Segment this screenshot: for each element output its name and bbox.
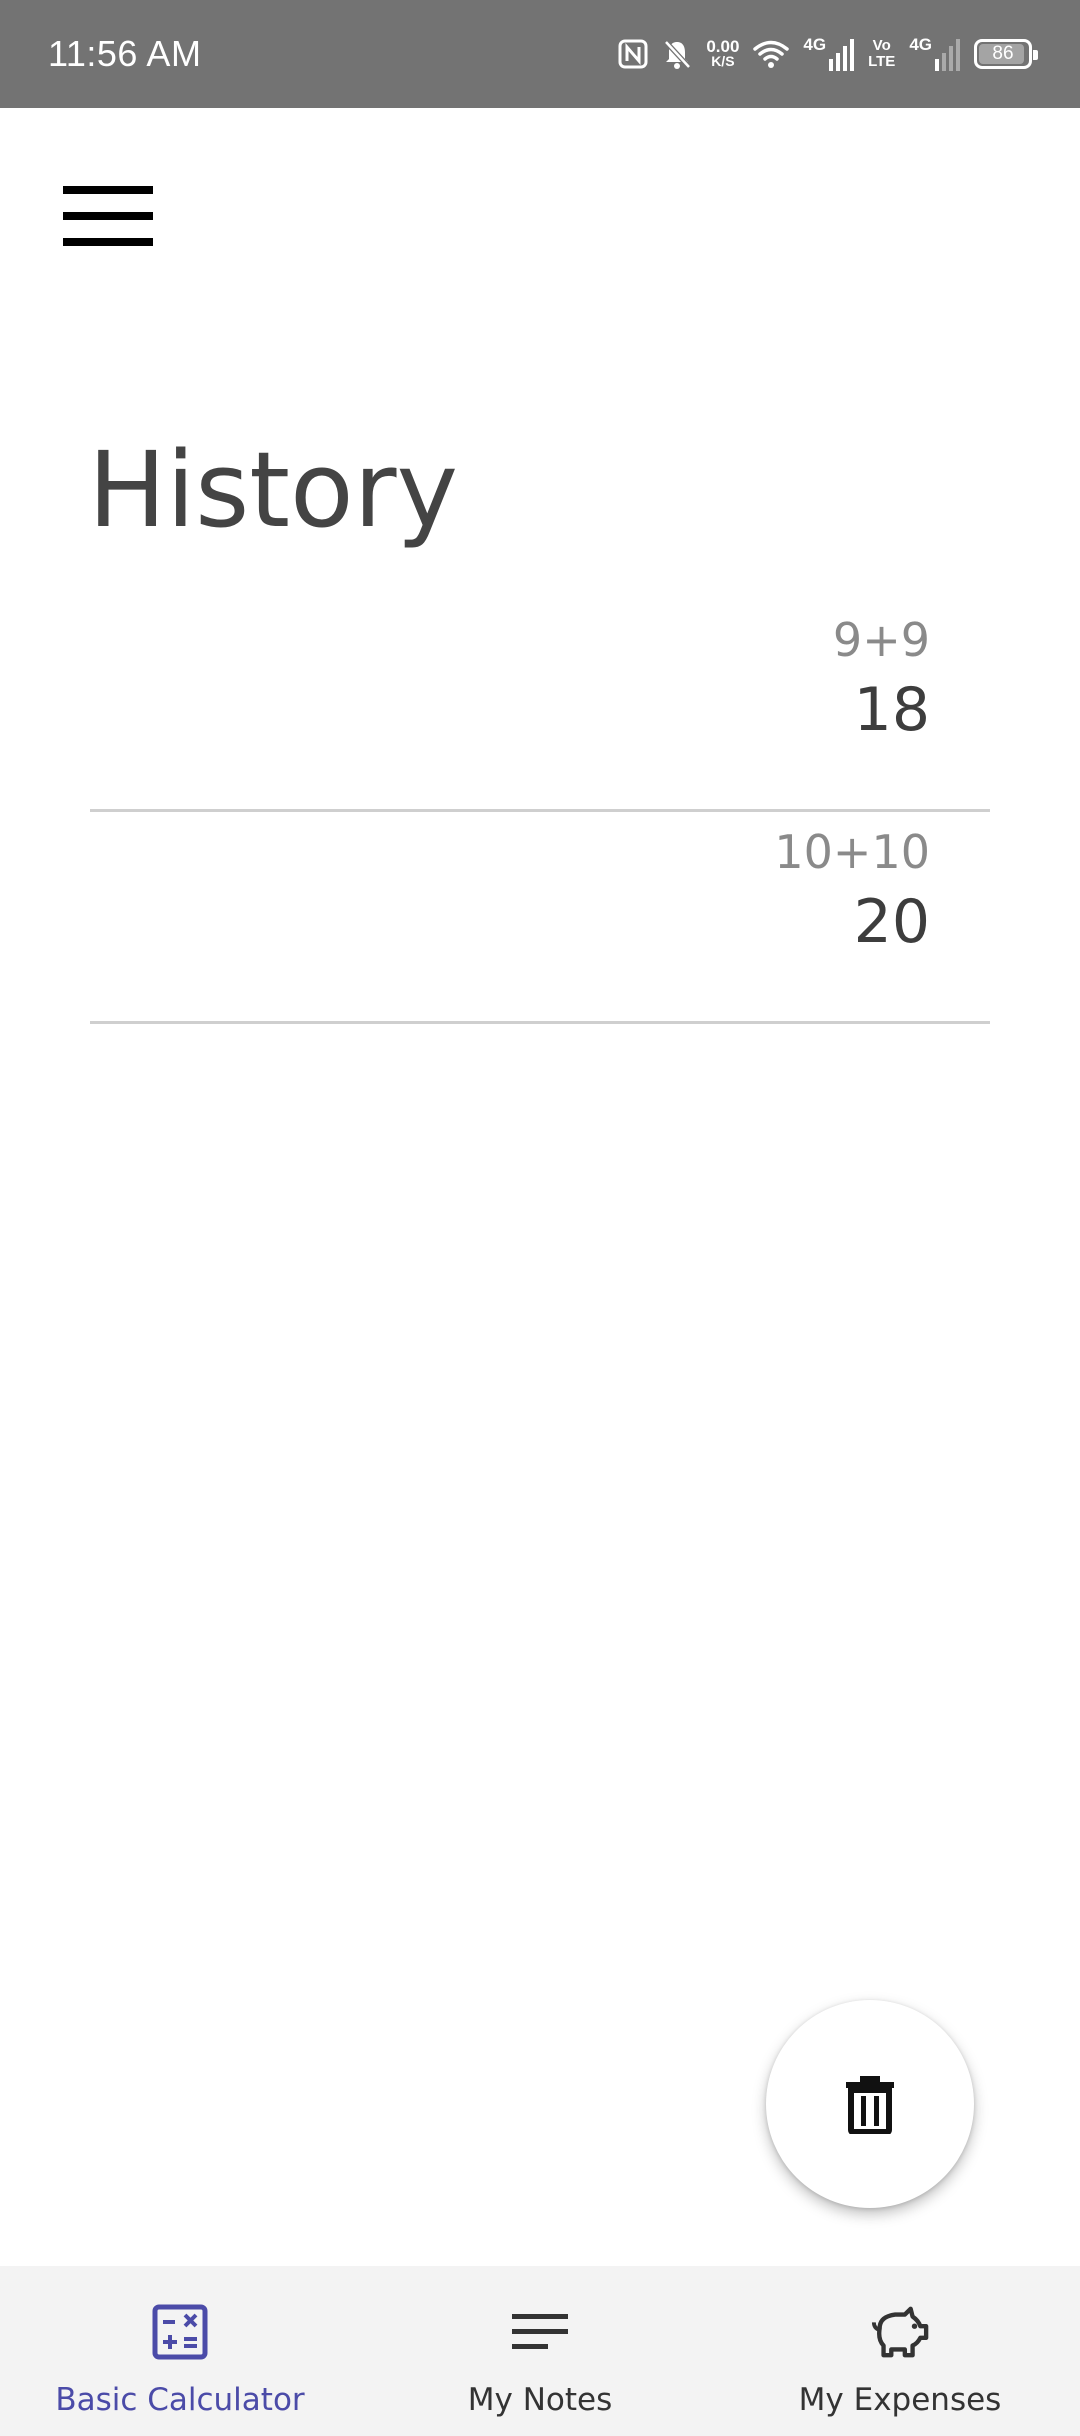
signal-weak-icon bbox=[935, 39, 960, 71]
notes-icon bbox=[510, 2302, 570, 2362]
clear-history-button[interactable] bbox=[766, 2000, 974, 2208]
hamburger-line-top bbox=[63, 186, 153, 194]
history-list: 9+9 18 10+10 20 bbox=[90, 600, 990, 1024]
bell-off-icon bbox=[662, 38, 692, 70]
nav-label: My Notes bbox=[467, 2382, 613, 2418]
hamburger-icon[interactable] bbox=[60, 180, 156, 252]
sim1-signal: 4G bbox=[803, 35, 855, 71]
sim2-label: 4G bbox=[909, 35, 932, 54]
volte-bottom: LTE bbox=[868, 53, 896, 70]
hamburger-line-bottom bbox=[63, 238, 153, 246]
network-speed-value: 0.00 bbox=[706, 37, 740, 56]
volte-top: Vo bbox=[872, 37, 891, 54]
history-expression: 9+9 bbox=[832, 613, 930, 667]
trash-icon bbox=[846, 2076, 894, 2134]
nav-my-notes[interactable]: My Notes bbox=[360, 2266, 720, 2436]
network-speed: 0.00 K/S bbox=[706, 37, 740, 69]
calculator-icon bbox=[150, 2302, 210, 2362]
sim2-signal: 4G bbox=[909, 35, 960, 71]
hamburger-line-middle bbox=[63, 212, 153, 220]
status-time: 11:56 AM bbox=[48, 33, 202, 74]
page-title: History bbox=[88, 429, 458, 551]
piggy-bank-icon bbox=[870, 2302, 930, 2362]
status-icons: 0.00 K/S 4G Vo LTE 4G 86 bbox=[618, 32, 1038, 76]
history-item[interactable]: 10+10 20 bbox=[90, 812, 990, 1024]
signal-icon bbox=[829, 39, 855, 71]
nav-basic-calculator[interactable]: Basic Calculator bbox=[0, 2266, 360, 2436]
history-expression: 10+10 bbox=[774, 825, 930, 879]
volte-indicator: Vo LTE bbox=[868, 38, 895, 70]
app-screen: 11:56 AM 0.00 K/S 4G Vo LTE 4G 86 Histor… bbox=[0, 0, 1080, 2436]
sim1-label: 4G bbox=[803, 35, 827, 54]
history-result: 18 bbox=[853, 675, 930, 745]
battery-icon: 86 bbox=[974, 39, 1038, 69]
status-bar: 11:56 AM 0.00 K/S 4G Vo LTE 4G 86 bbox=[0, 0, 1080, 108]
wifi-icon bbox=[753, 39, 790, 69]
history-item[interactable]: 9+9 18 bbox=[90, 600, 990, 812]
battery-level: 86 bbox=[992, 43, 1014, 64]
nav-my-expenses[interactable]: My Expenses bbox=[720, 2266, 1080, 2436]
nav-label: My Expenses bbox=[798, 2382, 1002, 2418]
history-result: 20 bbox=[853, 887, 930, 957]
nfc-icon bbox=[618, 39, 648, 69]
bottom-navigation: Basic Calculator My Notes My Expenses bbox=[0, 2266, 1080, 2436]
network-speed-unit: K/S bbox=[711, 53, 735, 69]
nav-label: Basic Calculator bbox=[55, 2382, 305, 2418]
